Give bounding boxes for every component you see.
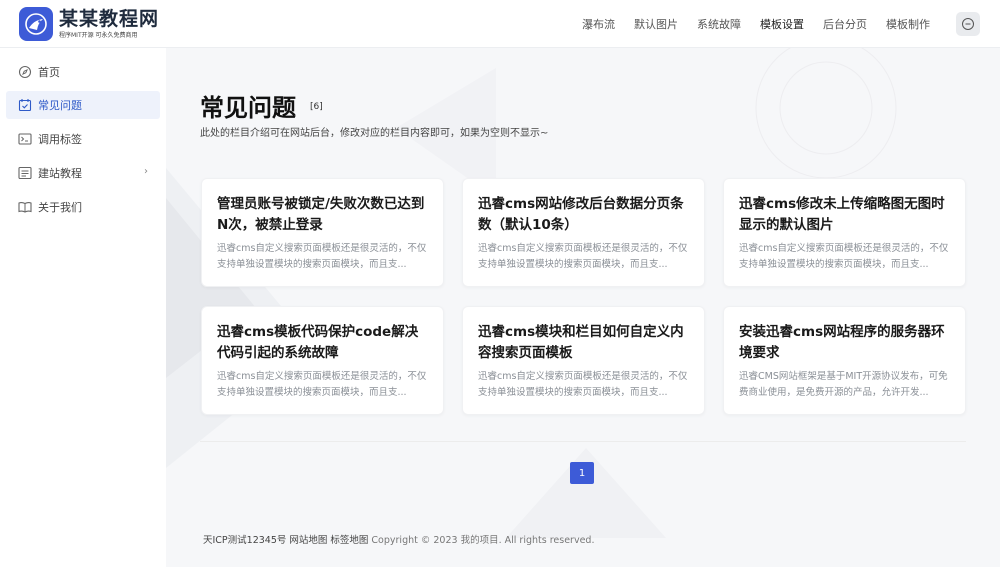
icp-link[interactable]: 天ICP测试12345号 xyxy=(203,535,286,546)
article-card[interactable]: 迅睿cms模块和栏目如何自定义内容搜索页面模板 迅睿cms自定义搜索页面模板还是… xyxy=(462,306,705,415)
article-card[interactable]: 迅睿cms模板代码保护code解决代码引起的系统故障 迅睿cms自定义搜索页面模… xyxy=(201,306,444,415)
site-logo[interactable]: 某某教程网 程序MIT开源 可永久免费商用 xyxy=(19,7,159,41)
card-title[interactable]: 迅睿cms修改未上传缩略图无图时显示的默认图片 xyxy=(739,194,951,236)
sidebar-item-label: 常见问题 xyxy=(38,99,82,112)
calendar-check-icon xyxy=(18,98,32,112)
sidebar-item-label: 建站教程 xyxy=(38,167,82,180)
nav-item-admin-pagination[interactable]: 后台分页 xyxy=(823,16,867,32)
user-menu-button[interactable] xyxy=(956,12,980,36)
main-content: 常见问题 [6] 此处的栏目介绍可在网站后台，修改对应的栏目内容即可，如果为空则… xyxy=(166,48,1000,567)
chevron-right-icon: › xyxy=(144,166,148,177)
sidebar-item-label: 调用标签 xyxy=(38,133,82,146)
logo-subtitle: 程序MIT开源 可永久免费商用 xyxy=(59,31,138,39)
page-title: 常见问题 xyxy=(200,94,296,122)
card-title[interactable]: 安装迅睿cms网站程序的服务器环境要求 xyxy=(739,322,951,364)
list-icon xyxy=(18,166,32,180)
article-count: [6] xyxy=(310,102,323,112)
card-title[interactable]: 迅睿cms模板代码保护code解决代码引起的系统故障 xyxy=(217,322,429,364)
more-circle-icon xyxy=(962,18,974,30)
terminal-icon xyxy=(18,132,32,146)
main-nav: 瀑布流 默认图片 系统故障 模板设置 后台分页 模板制作 xyxy=(563,0,930,48)
card-title[interactable]: 迅睿cms模块和栏目如何自定义内容搜索页面模板 xyxy=(478,322,690,364)
sidebar-item-label: 关于我们 xyxy=(38,201,82,214)
pagination-page-1[interactable]: 1 xyxy=(570,462,594,484)
article-card[interactable]: 迅睿cms修改未上传缩略图无图时显示的默认图片 迅睿cms自定义搜索页面模板还是… xyxy=(723,178,966,287)
sidebar-item-about[interactable]: 关于我们 xyxy=(6,193,160,221)
logo-mark-icon xyxy=(19,7,53,41)
sidebar-item-home[interactable]: 首页 xyxy=(6,58,160,86)
tagmap-link[interactable]: 标签地图 xyxy=(330,535,368,546)
card-summary: 迅睿CMS网站框架是基于MIT开源协议发布，可免费商业使用，是免费开源的产品，允… xyxy=(739,371,948,398)
nav-item-template-settings[interactable]: 模板设置 xyxy=(760,16,804,32)
nav-item-system-fault[interactable]: 系统故障 xyxy=(697,16,741,32)
sitemap-link[interactable]: 网站地图 xyxy=(289,535,327,546)
copyright-text: Copyright © 2023 我的项目. All rights reserv… xyxy=(371,535,595,546)
article-card[interactable]: 迅睿cms网站修改后台数据分页条数（默认10条） 迅睿cms自定义搜索页面模板还… xyxy=(462,178,705,287)
content-divider xyxy=(200,441,966,442)
sidebar-item-label: 首页 xyxy=(38,66,60,79)
card-title[interactable]: 管理员账号被锁定/失败次数已达到N次，被禁止登录 xyxy=(217,194,429,236)
page-description: 此处的栏目介绍可在网站后台，修改对应的栏目内容即可，如果为空则不显示~ xyxy=(200,128,549,139)
article-card[interactable]: 安装迅睿cms网站程序的服务器环境要求 迅睿CMS网站框架是基于MIT开源协议发… xyxy=(723,306,966,415)
footer: 天ICP测试12345号 网站地图 标签地图 Copyright © 2023 我的项… xyxy=(200,532,594,546)
sidebar-item-faq[interactable]: 常见问题 xyxy=(6,91,160,119)
sidebar: 首页 常见问题 调用标签 建站教程 › 关于我们 xyxy=(0,48,166,567)
card-summary: 迅睿cms自定义搜索页面模板还是很灵活的，不仅支持单独设置模块的搜索页面模块，而… xyxy=(739,243,949,270)
card-summary: 迅睿cms自定义搜索页面模板还是很灵活的，不仅支持单独设置模块的搜索页面模块，而… xyxy=(217,243,427,270)
nav-item-template-making[interactable]: 模板制作 xyxy=(886,16,930,32)
sidebar-item-tutorial[interactable]: 建站教程 › xyxy=(6,159,160,187)
card-summary: 迅睿cms自定义搜索页面模板还是很灵活的，不仅支持单独设置模块的搜索页面模块，而… xyxy=(478,371,688,398)
card-summary: 迅睿cms自定义搜索页面模板还是很灵活的，不仅支持单独设置模块的搜索页面模块，而… xyxy=(217,371,427,398)
nav-item-waterfall[interactable]: 瀑布流 xyxy=(582,16,615,32)
sidebar-item-tags[interactable]: 调用标签 xyxy=(6,125,160,153)
book-icon xyxy=(18,200,32,214)
article-card[interactable]: 管理员账号被锁定/失败次数已达到N次，被禁止登录 迅睿cms自定义搜索页面模板还… xyxy=(201,178,444,287)
nav-item-default-image[interactable]: 默认图片 xyxy=(634,16,678,32)
card-summary: 迅睿cms自定义搜索页面模板还是很灵活的，不仅支持单独设置模块的搜索页面模块，而… xyxy=(478,243,688,270)
logo-title: 某某教程网 xyxy=(59,7,160,30)
top-header: 某某教程网 程序MIT开源 可永久免费商用 瀑布流 默认图片 系统故障 模板设置… xyxy=(0,0,1000,48)
card-title[interactable]: 迅睿cms网站修改后台数据分页条数（默认10条） xyxy=(478,194,690,236)
compass-icon xyxy=(18,65,32,79)
